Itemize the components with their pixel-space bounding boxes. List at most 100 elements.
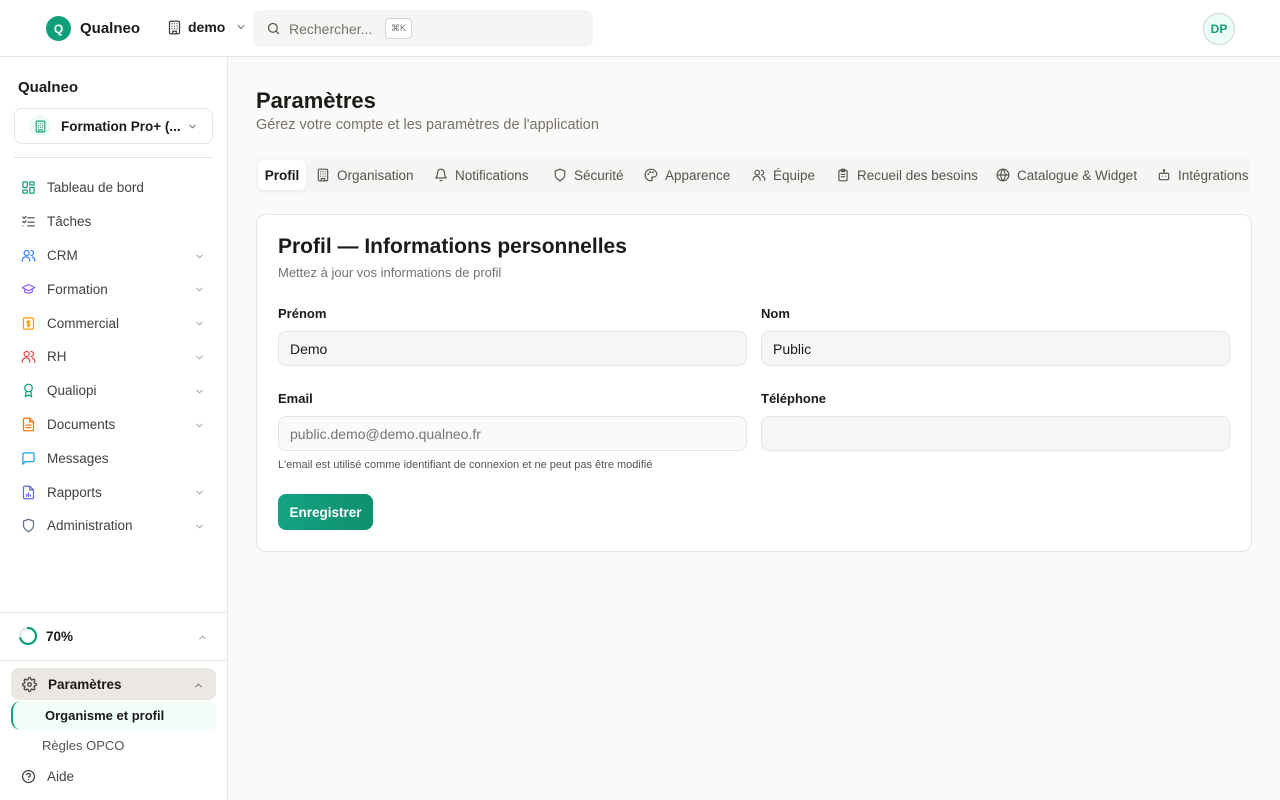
email-field[interactable] [278,416,747,451]
last-name-input[interactable] [761,331,1230,366]
sidebar-item-aide[interactable]: Aide [21,769,74,784]
gear-icon [22,676,37,692]
tab-notifications[interactable]: Notifications [428,160,535,190]
sidebar-item-rh[interactable]: RH [10,340,217,374]
users-icon [21,349,36,364]
users-icon [752,168,766,182]
tab-securite[interactable]: Sécurité [547,160,630,190]
phone-input[interactable] [761,416,1230,451]
save-button[interactable]: Enregistrer [278,494,373,530]
card-title: Profil — Informations personnelles [278,235,627,258]
sidebar-nav: Tableau de bord Tâches CRM Formation Com… [10,171,217,543]
sidebar-item-label: Administration [47,518,133,534]
organization-select-label: Formation Pro+ (... [61,118,181,134]
chevron-up-icon [193,680,204,691]
sidebar-item-messages[interactable]: Messages [10,441,217,475]
sidebar-item-crm[interactable]: CRM [10,239,217,273]
organization-switcher[interactable]: demo [167,19,247,35]
tab-label: Profil [264,167,300,183]
brand-logo: Q [46,16,71,41]
sidebar: Qualneo Formation Pro+ (... Tableau de b… [0,57,228,800]
sidebar-item-commercial[interactable]: Commercial [10,306,217,340]
chevron-down-icon [194,386,205,397]
dollar-icon [21,316,36,331]
profile-card: Profil — Informations personnelles Mette… [256,214,1252,552]
globe-icon [996,168,1010,182]
sidebar-subitem-organisme-profil[interactable]: Organisme et profil [11,701,216,730]
search-bar[interactable]: ⌘K [253,10,593,47]
organization-name: demo [188,19,226,35]
user-avatar[interactable]: DP [1203,13,1235,45]
chevron-down-icon [194,251,205,262]
sidebar-item-label: Messages [47,450,109,466]
chevron-down-icon [187,121,198,132]
sidebar-item-label: Formation [47,281,108,297]
onboarding-progress[interactable]: 70% [18,624,213,648]
brand[interactable]: Q Qualneo [46,16,140,41]
sidebar-item-qualiopi[interactable]: Qualiopi [10,374,217,408]
tab-label: Recueil des besoins [857,167,978,183]
page-subtitle: Gérez votre compte et les paramètres de … [256,117,599,133]
search-input[interactable] [289,20,377,37]
dashboard-icon [21,180,36,195]
tab-profil[interactable]: Profil [258,160,306,190]
tab-integrations[interactable]: Intégrations [1151,160,1255,190]
bot-icon [1157,168,1171,182]
palette-icon [644,168,658,182]
document-icon [21,417,36,432]
tab-label: Organisation [337,167,414,183]
tasks-icon [21,214,36,229]
sidebar-item-label: CRM [47,247,78,263]
sidebar-divider [14,157,213,158]
message-icon [21,451,36,466]
tab-apparence[interactable]: Apparence [638,160,736,190]
report-icon [21,485,36,500]
first-name-input[interactable] [278,331,747,366]
organization-select[interactable]: Formation Pro+ (... [14,108,213,144]
sidebar-item-label: Tableau de bord [47,180,144,196]
sidebar-subitem-regles-opco[interactable]: Règles OPCO [42,738,124,753]
email-label: Email [278,391,313,406]
users-icon [21,248,36,263]
sidebar-item-rapports[interactable]: Rapports [10,475,217,509]
tab-label: Sécurité [574,167,624,183]
settings-tabs: Profil Organisation Notifications Sécuri… [256,157,1251,193]
search-shortcut-badge: ⌘K [385,18,413,39]
graduation-cap-icon [21,282,36,297]
top-bar: Q Qualneo demo ⌘K DP [0,0,1280,57]
sidebar-item-label: Commercial [47,315,120,331]
sidebar-divider [0,660,227,661]
sidebar-item-label: Qualiopi [47,383,97,399]
brand-name: Qualneo [80,20,141,37]
chevron-down-icon [194,318,205,329]
search-icon [266,21,281,36]
progress-ring-icon [18,626,38,646]
chevron-down-icon [194,352,205,363]
shield-icon [21,518,36,533]
sidebar-item-documents[interactable]: Documents [10,408,217,442]
card-subtitle: Mettez à jour vos informations de profil [278,265,502,280]
sidebar-item-parametres[interactable]: Paramètres [11,668,216,700]
tab-catalogue-widget[interactable]: Catalogue & Widget [990,160,1143,190]
chevron-down-icon [194,420,205,431]
phone-label: Téléphone [761,391,827,406]
chevron-down-icon [194,284,205,295]
chevron-up-icon [197,632,208,643]
sidebar-item-formation[interactable]: Formation [10,272,217,306]
tab-label: Intégrations [1178,167,1249,183]
tab-label: Apparence [665,167,731,183]
bell-icon [434,168,448,182]
page-title: Paramètres [256,88,376,113]
tab-label: Notifications [455,167,529,183]
progress-percent: 70% [46,628,74,644]
tab-equipe[interactable]: Équipe [746,160,821,190]
tab-recueil-besoins[interactable]: Recueil des besoins [830,160,984,190]
sidebar-item-tasks[interactable]: Tâches [10,205,217,239]
sidebar-item-label: Aide [47,769,75,784]
clipboard-icon [836,168,850,182]
sidebar-item-dashboard[interactable]: Tableau de bord [10,171,217,205]
tab-organisation[interactable]: Organisation [310,160,420,190]
sidebar-item-administration[interactable]: Administration [10,509,217,543]
shield-icon [553,168,567,182]
sidebar-item-label: Rapports [47,484,102,500]
